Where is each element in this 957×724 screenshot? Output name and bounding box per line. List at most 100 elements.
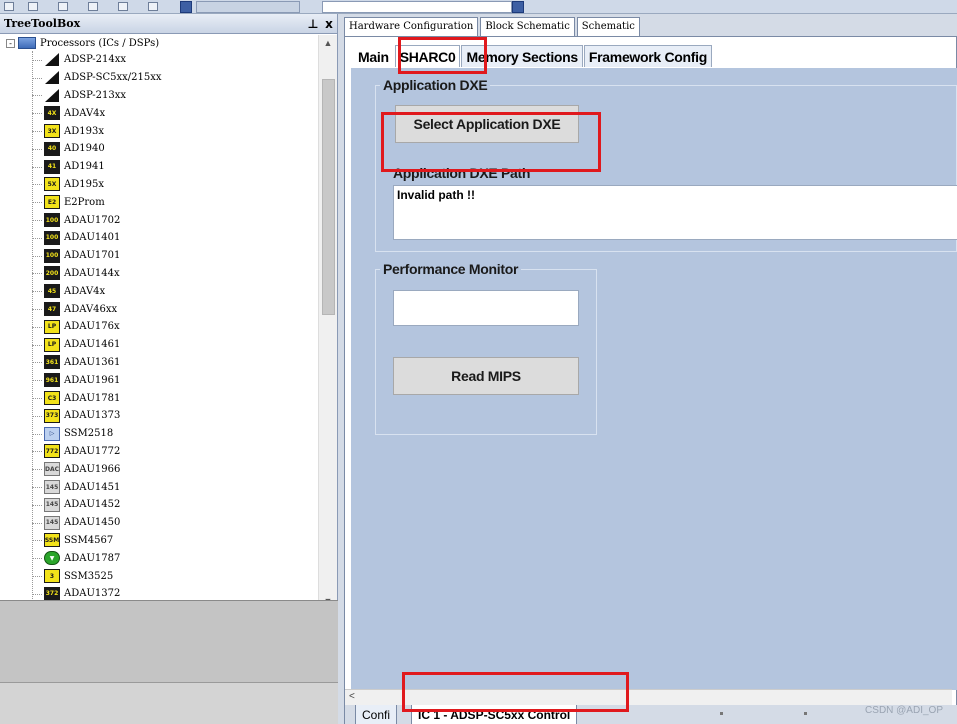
tree-item-label: ADAU1461	[64, 339, 121, 351]
tree-item-label: ADAU1701	[64, 250, 121, 262]
tree-item[interactable]: 100 ADAU1701	[0, 247, 318, 265]
tree-item[interactable]: ADSP-214xx	[0, 51, 318, 69]
hardware-config-body: Main SHARC0 Memory Sections Framework Co…	[344, 36, 957, 724]
tree-item-label: ADAU1361	[64, 356, 121, 368]
tree-item-label: ADAU1702	[64, 214, 121, 226]
tree-item[interactable]: E2 E2Prom	[0, 193, 318, 211]
processor-chip-icon: ▷	[44, 426, 60, 441]
tree-item-label: ADAV4x	[64, 107, 106, 119]
tree-item[interactable]: 3 SSM3525	[0, 567, 318, 585]
toolbar-button[interactable]	[118, 2, 128, 11]
tree-item-label: ADAV4x	[64, 285, 106, 297]
tree-item[interactable]: 361 ADAU1361	[0, 354, 318, 372]
tree-item[interactable]: 40 AD1940	[0, 140, 318, 158]
tree-item-label: ADAU1450	[64, 517, 121, 529]
document-area: Hardware Configuration Block Schematic S…	[340, 14, 957, 724]
tree-item[interactable]: ADSP-SC5xx/215xx	[0, 69, 318, 87]
processor-chip-icon: 40	[44, 141, 60, 156]
tab-block-schematic[interactable]: Block Schematic	[480, 17, 575, 37]
toolbar-button[interactable]	[148, 2, 158, 11]
mips-value-field[interactable]	[393, 290, 579, 326]
tab-memory-sections[interactable]: Memory Sections	[461, 45, 583, 67]
toolbar-dropdown-icon[interactable]	[512, 1, 524, 13]
tree-item-label: ADAU1781	[64, 392, 121, 404]
tree-item-label: ADAU1372	[64, 588, 121, 600]
tree-item[interactable]: 145 ADAU1450	[0, 514, 318, 532]
select-application-dxe-button[interactable]: Select Application DXE	[395, 105, 579, 143]
tree-item-label: ADAU1451	[64, 481, 121, 493]
tree-item[interactable]: 4X ADAV4x	[0, 104, 318, 122]
tree-item[interactable]: 200 ADAU144x	[0, 265, 318, 283]
toolbar-button[interactable]	[4, 2, 14, 11]
processor-chip-icon: LP	[44, 319, 60, 334]
tree-item-label: ADAU1452	[64, 499, 121, 511]
tree-item-label: ADSP-213xx	[64, 89, 127, 101]
toolbox-lower-inner	[0, 601, 338, 683]
tree-item-label: SSM3525	[64, 570, 114, 582]
tree-root-processors[interactable]: - Processors (ICs / DSPs)	[0, 35, 318, 51]
tree-item-label: ADSP-SC5xx/215xx	[64, 72, 162, 84]
tree-item[interactable]: 100 ADAU1401	[0, 229, 318, 247]
toolbar-dropdown-icon[interactable]	[180, 1, 192, 13]
toolbar-button[interactable]	[88, 2, 98, 11]
processor-chip-icon: 200	[44, 266, 60, 281]
close-icon[interactable]: x	[321, 17, 337, 31]
tree-item-label: ADSP-214xx	[64, 54, 127, 66]
status-dot	[804, 712, 807, 715]
toolbox-header: TreeToolBox ⊥ x	[0, 14, 337, 34]
tree-item[interactable]: ADSP-213xx	[0, 87, 318, 105]
tab-config[interactable]: Confi	[355, 705, 398, 724]
tree-item[interactable]: ▼ ADAU1787	[0, 549, 318, 567]
tree-item[interactable]: 41 AD1941	[0, 158, 318, 176]
application-dxe-path-field[interactable]: Invalid path !!	[393, 185, 957, 240]
tree-item[interactable]: 3X AD193x	[0, 122, 318, 140]
tree-item[interactable]: LP ADAU176x	[0, 318, 318, 336]
processor-chip-icon: 145	[44, 497, 60, 512]
tab-hardware-configuration[interactable]: Hardware Configuration	[344, 17, 479, 37]
tree-item[interactable]: 47 ADAV46xx	[0, 300, 318, 318]
processor-tree[interactable]: - Processors (ICs / DSPs) ADSP-214xx ADSP…	[0, 35, 318, 610]
toolbox-lower-pane	[0, 600, 338, 724]
tree-item-label: AD195x	[64, 178, 104, 190]
scroll-up-icon[interactable]: ▲	[319, 35, 337, 52]
processor-chip-icon: 772	[44, 444, 60, 459]
tree-item[interactable]: 961 ADAU1961	[0, 371, 318, 389]
toolbar-combo[interactable]	[322, 1, 512, 13]
tree-item[interactable]: 145 ADAU1451	[0, 478, 318, 496]
tree-item-label: ADAU1401	[64, 232, 121, 244]
read-mips-button[interactable]: Read MIPS	[393, 357, 579, 395]
scroll-left-icon[interactable]: <	[349, 691, 355, 702]
toolbar-field[interactable]	[196, 1, 300, 13]
toolbar-button[interactable]	[58, 2, 68, 11]
collapse-icon[interactable]: -	[6, 38, 15, 48]
tree-item[interactable]: 772 ADAU1772	[0, 443, 318, 461]
tab-framework-config[interactable]: Framework Config	[583, 45, 713, 67]
tab-schematic[interactable]: Schematic	[576, 17, 640, 37]
processor-chip-icon: C3	[44, 391, 60, 406]
processor-chip-icon: 145	[44, 480, 60, 495]
horizontal-scrollbar[interactable]: <	[345, 689, 952, 705]
tree-item[interactable]: 45 ADAV4x	[0, 282, 318, 300]
tab-main[interactable]: Main	[353, 45, 394, 67]
pin-icon[interactable]: ⊥	[305, 17, 321, 31]
tree-item-label: ADAU1373	[64, 410, 121, 422]
tree-item[interactable]: 100 ADAU1702	[0, 211, 318, 229]
document-tabs: Hardware Configuration Block Schematic S…	[344, 17, 642, 37]
performance-monitor-title: Performance Monitor	[380, 261, 522, 277]
scroll-thumb[interactable]	[322, 79, 335, 315]
processor-chip-icon: 100	[44, 248, 60, 263]
tree-item[interactable]: 5X AD195x	[0, 176, 318, 194]
toolbox-scrollbar[interactable]: ▲ ▼	[318, 35, 337, 610]
tab-ic1-control[interactable]: IC 1 - ADSP-SC5xx Control	[411, 705, 578, 724]
tree-item[interactable]: DAC ADAU1966	[0, 460, 318, 478]
tree-item[interactable]: 145 ADAU1452	[0, 496, 318, 514]
toolbar-button[interactable]	[28, 2, 38, 11]
tree-item[interactable]: ▷ SSM2518	[0, 425, 318, 443]
tree-item[interactable]: C3 ADAU1781	[0, 389, 318, 407]
tree-item[interactable]: 373 ADAU1373	[0, 407, 318, 425]
tree-root-label: Processors (ICs / DSPs)	[40, 37, 160, 49]
tab-sharc0[interactable]: SHARC0	[394, 45, 461, 67]
tree-item[interactable]: SSM SSM4567	[0, 532, 318, 550]
tree-item-label: ADAU1961	[64, 374, 121, 386]
tree-item[interactable]: LP ADAU1461	[0, 336, 318, 354]
